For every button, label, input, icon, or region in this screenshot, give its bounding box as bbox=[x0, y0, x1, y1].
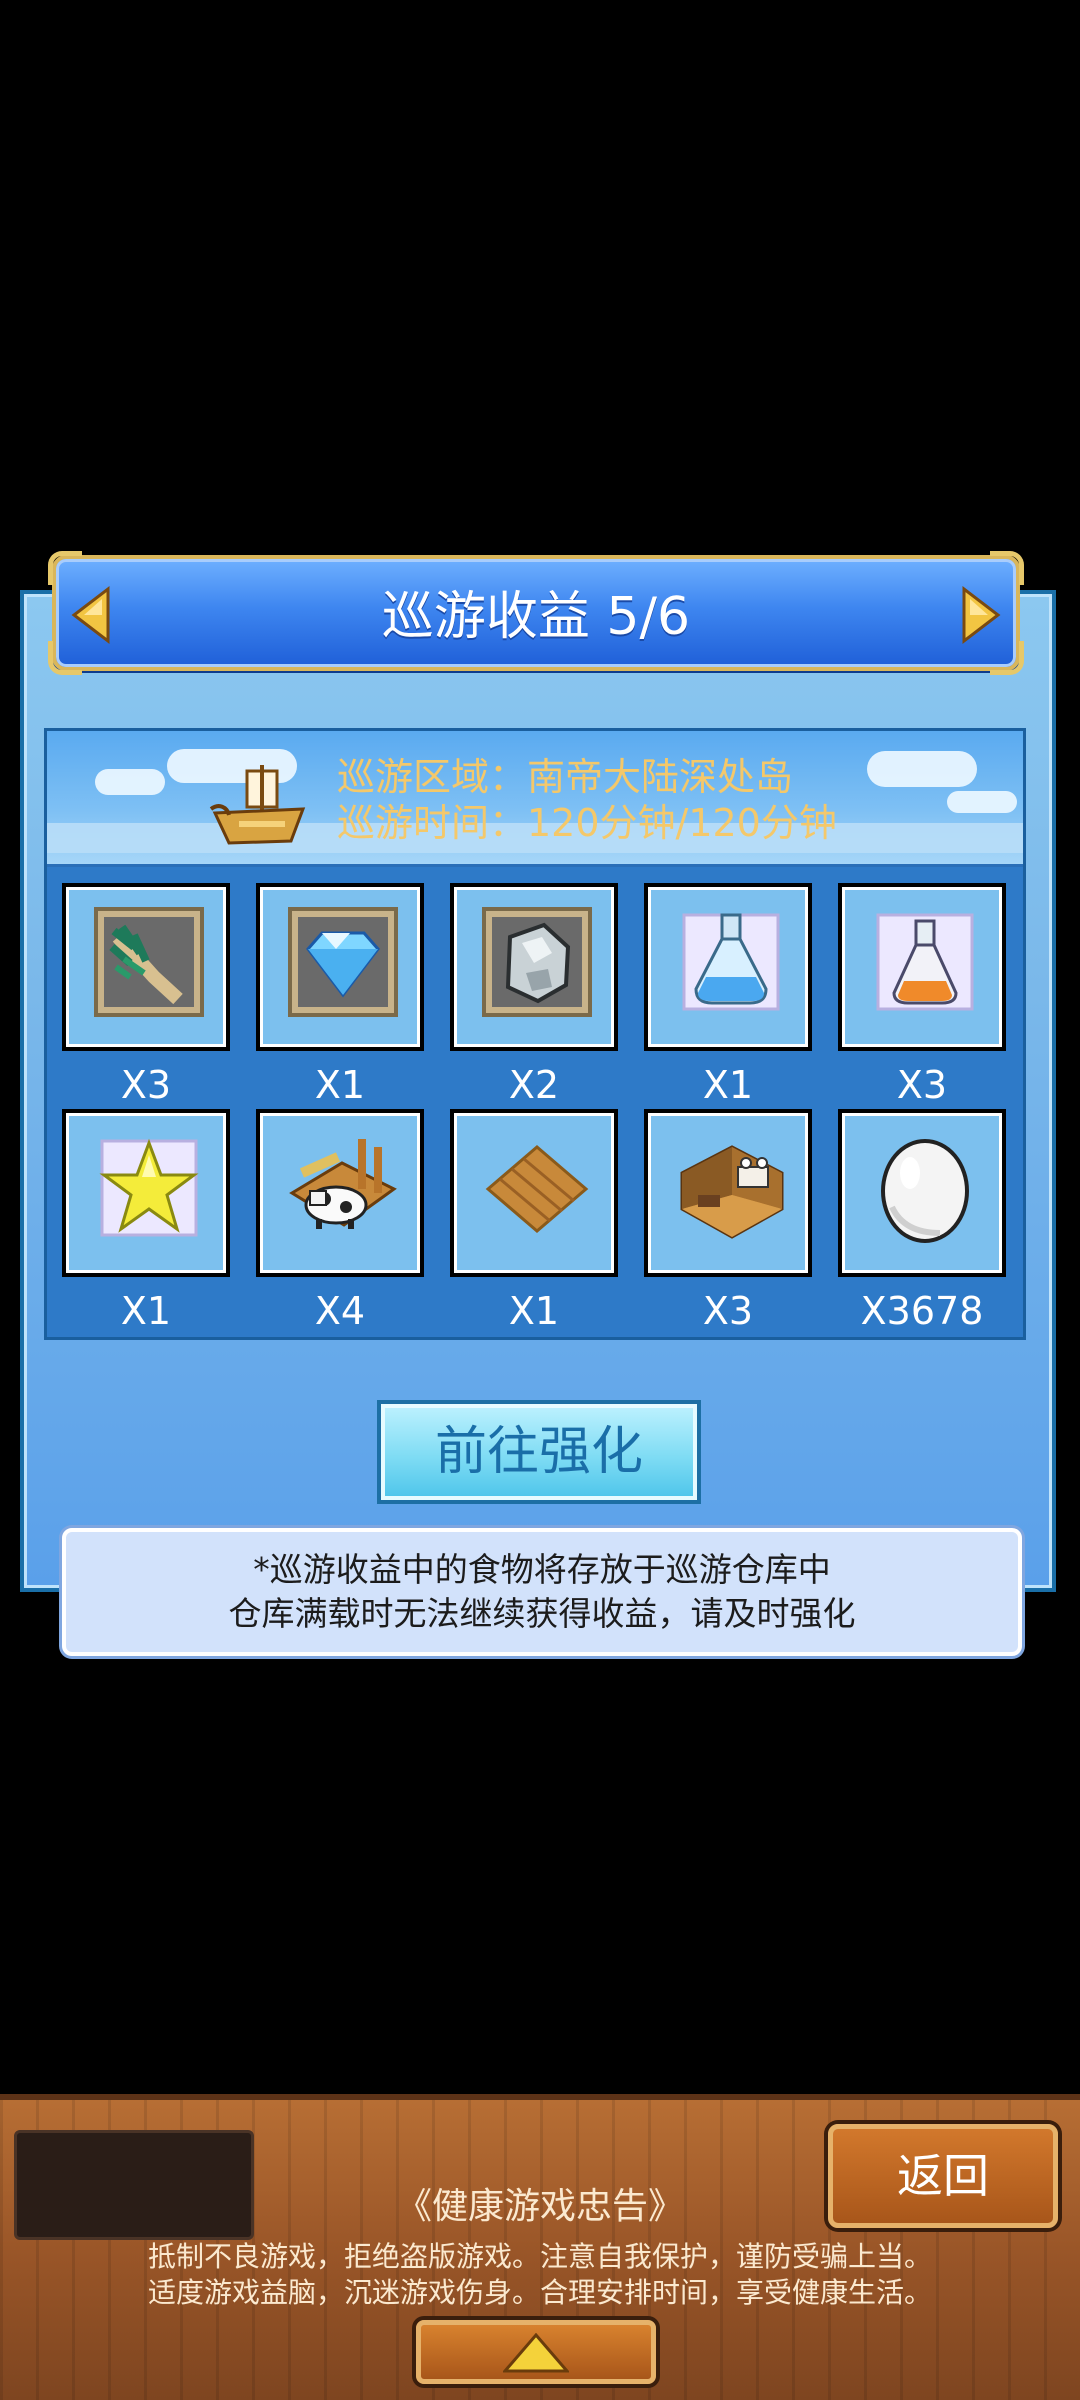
cloud bbox=[95, 769, 165, 795]
reward-quantity: X2 bbox=[508, 1063, 560, 1107]
reward-slot[interactable] bbox=[256, 1109, 424, 1277]
cruise-time-text: 巡游时间：120分钟/120分钟 bbox=[337, 801, 837, 845]
reward-slot[interactable] bbox=[450, 1109, 618, 1277]
reward-slot[interactable] bbox=[838, 883, 1006, 1051]
reward-quantity: X3678 bbox=[860, 1289, 984, 1333]
star-icon bbox=[99, 1138, 199, 1237]
storage-notice: *巡游收益中的食物将存放于巡游仓库中 仓库满载时无法继续获得收益，请及时强化 bbox=[62, 1528, 1022, 1656]
diamond-icon bbox=[288, 907, 398, 1017]
sky-banner: 巡游区域：南帝大陆深处岛 巡游时间：120分钟/120分钟 bbox=[47, 731, 1023, 867]
up-arrow-icon bbox=[503, 2333, 569, 2373]
bottom-bar: 返回 《健康游戏忠告》 抵制不良游戏，拒绝盗版游戏。注意自我保护，谨防受骗上当。… bbox=[0, 2094, 1080, 2400]
reward-quantity: X1 bbox=[702, 1063, 754, 1107]
go-enhance-button[interactable]: 前往强化 bbox=[377, 1400, 701, 1504]
panel-title: 巡游收益 5/6 bbox=[381, 587, 691, 647]
blue-potion-icon bbox=[682, 913, 780, 1011]
health-advice-line: 适度游戏益脑，沉迷游戏伤身。合理安排时间，享受健康生活。 bbox=[147, 2276, 932, 2309]
reward-slot[interactable] bbox=[62, 883, 230, 1051]
cruise-region-text: 巡游区域：南帝大陆深处岛 bbox=[337, 755, 794, 799]
notice-line: *巡游收益中的食物将存放于巡游仓库中 bbox=[253, 1550, 831, 1589]
gold-corner-ornament bbox=[48, 551, 82, 585]
game-screen: { "header": { "title": "巡游收益 5/6" }, "in… bbox=[0, 0, 1080, 2400]
wooden-floor-icon bbox=[485, 1145, 589, 1233]
egg-icon bbox=[881, 1139, 969, 1243]
cow-pen-icon bbox=[289, 1139, 397, 1229]
reward-quantity: X1 bbox=[314, 1063, 366, 1107]
reward-quantity: X3 bbox=[702, 1289, 754, 1333]
reward-quantity: X4 bbox=[314, 1289, 366, 1333]
cloud bbox=[867, 751, 977, 787]
gold-corner-ornament bbox=[990, 551, 1024, 585]
expand-up-button[interactable] bbox=[416, 2320, 656, 2384]
reward-quantity: X1 bbox=[120, 1289, 172, 1333]
reward-slot[interactable] bbox=[450, 883, 618, 1051]
health-advice-line: 抵制不良游戏，拒绝盗版游戏。注意自我保护，谨防受骗上当。 bbox=[147, 2240, 932, 2273]
golden-ship-icon bbox=[209, 765, 306, 845]
reward-slot[interactable] bbox=[62, 1109, 230, 1277]
barn-room-icon bbox=[680, 1145, 784, 1239]
herb-bundle-icon bbox=[94, 907, 204, 1017]
reward-slot[interactable] bbox=[644, 1109, 812, 1277]
notice-line: 仓库满载时无法继续获得收益，请及时强化 bbox=[228, 1594, 856, 1633]
reward-quantity: X3 bbox=[896, 1063, 948, 1107]
reward-slot[interactable] bbox=[256, 883, 424, 1051]
ore-rock-icon bbox=[482, 907, 592, 1017]
reward-slot[interactable] bbox=[644, 883, 812, 1051]
reward-quantity: X1 bbox=[508, 1289, 560, 1333]
next-page-arrow-icon[interactable] bbox=[954, 585, 1004, 645]
health-advice-title: 《健康游戏忠告》 bbox=[395, 2186, 684, 2227]
panel-header: 巡游收益 5/6 bbox=[48, 551, 1024, 675]
orange-potion-icon bbox=[876, 913, 974, 1011]
reward-quantity: X3 bbox=[120, 1063, 172, 1107]
reward-slot[interactable] bbox=[838, 1109, 1006, 1277]
cloud bbox=[947, 791, 1017, 813]
